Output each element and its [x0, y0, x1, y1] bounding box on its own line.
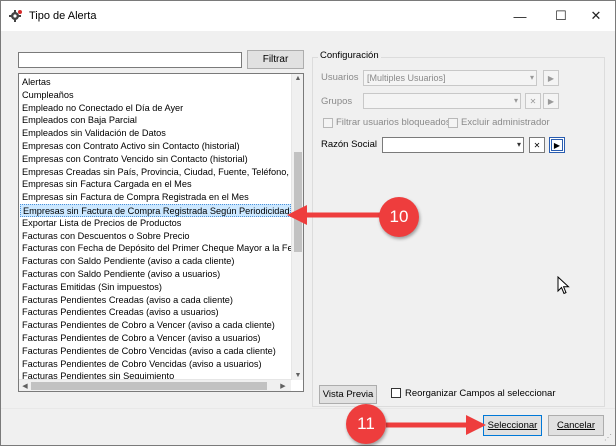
close-icon: ✕ — [590, 8, 602, 23]
arrow-left-icon — [287, 205, 383, 225]
filtrar-bloqueados-checkbox[interactable] — [323, 118, 333, 128]
clear-icon: ✕ — [529, 96, 537, 106]
seleccionar-label: Seleccionar — [487, 420, 538, 431]
arrow-right-icon: ▶ — [547, 96, 555, 106]
list-item[interactable]: Facturas Emitidas (Sin impuestos) — [20, 281, 291, 294]
maximize-button[interactable]: ☐ — [541, 1, 581, 31]
callout-badge-11: 11 — [346, 404, 386, 444]
list-item[interactable]: Cumpleaños — [20, 89, 291, 102]
reorganizar-label: Reorganizar Campos al seleccionar — [405, 388, 556, 399]
seleccionar-button[interactable]: Seleccionar — [483, 415, 542, 436]
scroll-down-icon[interactable]: ▼ — [292, 372, 303, 379]
list-item[interactable]: Alertas — [20, 76, 291, 89]
configuration-group — [312, 57, 605, 407]
list-item[interactable]: Facturas Pendientes de Cobro Vencidas (a… — [20, 358, 291, 371]
list-item[interactable]: Facturas con Saldo Pendiente (aviso a ca… — [20, 255, 291, 268]
grupos-clear-button[interactable]: ✕ — [525, 93, 541, 109]
dialog-window: Tipo de Alerta — ☐ ✕ Filtrar Alertas Cump… — [0, 0, 616, 446]
scroll-right-icon[interactable]: ▶ — [277, 382, 289, 390]
horizontal-scrollbar[interactable]: ◀ ▶ — [19, 379, 291, 391]
cancelar-button[interactable]: Cancelar — [548, 415, 604, 436]
list-item[interactable]: Facturas Pendientes de Cobro a Vencer (a… — [20, 319, 291, 332]
callout-badge-10: 10 — [379, 197, 419, 237]
list-item[interactable]: Empresas Creadas sin País, Provincia, Ci… — [20, 166, 291, 179]
gear-icon — [9, 10, 22, 22]
list-item[interactable]: Empresas sin Factura Cargada en el Mes — [20, 178, 291, 191]
razon-social-clear-button[interactable]: ✕ — [529, 137, 545, 153]
title-bar[interactable]: Tipo de Alerta — ☐ ✕ — [1, 1, 615, 31]
list-item[interactable]: Facturas Pendientes de Cobro a Vencer (a… — [20, 332, 291, 345]
list-item[interactable]: Facturas Pendientes de Cobro Vencidas (a… — [20, 345, 291, 358]
cancelar-label: Cancelar — [556, 420, 596, 431]
grupos-expand-button[interactable]: ▶ — [543, 93, 559, 109]
excluir-admin-checkbox[interactable] — [448, 118, 458, 128]
list-item[interactable]: Empresas con Contrato Vencido sin Contac… — [20, 153, 291, 166]
grupos-combo[interactable]: ▾ — [363, 93, 521, 109]
resize-grip-icon[interactable]: ⋰ — [604, 433, 612, 442]
horizontal-scroll-thumb[interactable] — [31, 382, 267, 390]
list-item[interactable]: Empresas sin Factura de Compra Registrad… — [20, 204, 291, 217]
arrow-right-icon: ▶ — [547, 73, 555, 83]
scroll-left-icon[interactable]: ◀ — [19, 382, 31, 390]
list-item[interactable]: Empresas sin Factura de Compra Registrad… — [20, 191, 291, 204]
filtrar-bloqueados-label: Filtrar usuarios bloqueados — [336, 117, 451, 128]
list-item[interactable]: Empleados sin Validación de Datos — [20, 127, 291, 140]
window-title: Tipo de Alerta — [29, 10, 97, 22]
list-item[interactable]: Empresas con Contrato Activo sin Contact… — [20, 140, 291, 153]
usuarios-label: Usuarios — [321, 72, 359, 83]
minimize-icon: — — [513, 8, 527, 24]
alert-type-list[interactable]: Alertas Cumpleaños Empleado no Conectado e… — [18, 73, 304, 392]
clear-icon: ✕ — [533, 140, 541, 150]
list-item[interactable]: Empleado no Conectado el Día de Ayer — [20, 102, 291, 115]
excluir-admin-label: Excluir administrador — [461, 117, 550, 128]
configuration-legend: Configuración — [318, 50, 381, 61]
scroll-up-icon[interactable]: ▲ — [292, 75, 303, 82]
maximize-icon: ☐ — [555, 8, 567, 23]
arrow-right-icon: ▶ — [553, 140, 561, 150]
list-item[interactable]: Exportar Lista de Precios de Productos — [20, 217, 291, 230]
chevron-down-icon: ▾ — [516, 140, 521, 149]
usuarios-combo[interactable]: [Multiples Usuarios] ▾ — [363, 70, 537, 86]
razon-social-label: Razón Social — [321, 139, 377, 150]
chevron-down-icon: ▾ — [513, 96, 518, 105]
list-item[interactable]: Facturas con Fecha de Depósito del Prime… — [20, 242, 291, 255]
mouse-cursor-icon — [557, 276, 570, 295]
grupos-label: Grupos — [321, 96, 353, 107]
bottom-separator — [1, 408, 615, 409]
minimize-button[interactable]: — — [500, 1, 540, 31]
usuarios-expand-button[interactable]: ▶ — [543, 70, 559, 86]
list-item[interactable]: Facturas con Descuentos o Sobre Precio — [20, 230, 291, 243]
list-item[interactable]: Facturas Pendientes Creadas (aviso a usu… — [20, 306, 291, 319]
filter-button[interactable]: Filtrar — [247, 50, 304, 69]
list-item[interactable]: Facturas con Saldo Pendiente (aviso a us… — [20, 268, 291, 281]
list-item[interactable]: Facturas Pendientes Creadas (aviso a cad… — [20, 294, 291, 307]
chevron-down-icon: ▾ — [529, 73, 534, 82]
filter-input[interactable] — [18, 52, 242, 68]
arrow-right-icon — [386, 415, 486, 435]
vista-previa-button[interactable]: Vista Previa — [319, 385, 377, 404]
usuarios-value: [Multiples Usuarios] — [367, 73, 446, 83]
razon-social-expand-button[interactable]: ▶ — [549, 137, 565, 153]
reorganizar-checkbox[interactable] — [391, 388, 401, 398]
list-item[interactable]: Empleados con Baja Parcial — [20, 114, 291, 127]
razon-social-combo[interactable]: ▾ — [382, 137, 524, 153]
close-button[interactable]: ✕ — [576, 1, 616, 31]
